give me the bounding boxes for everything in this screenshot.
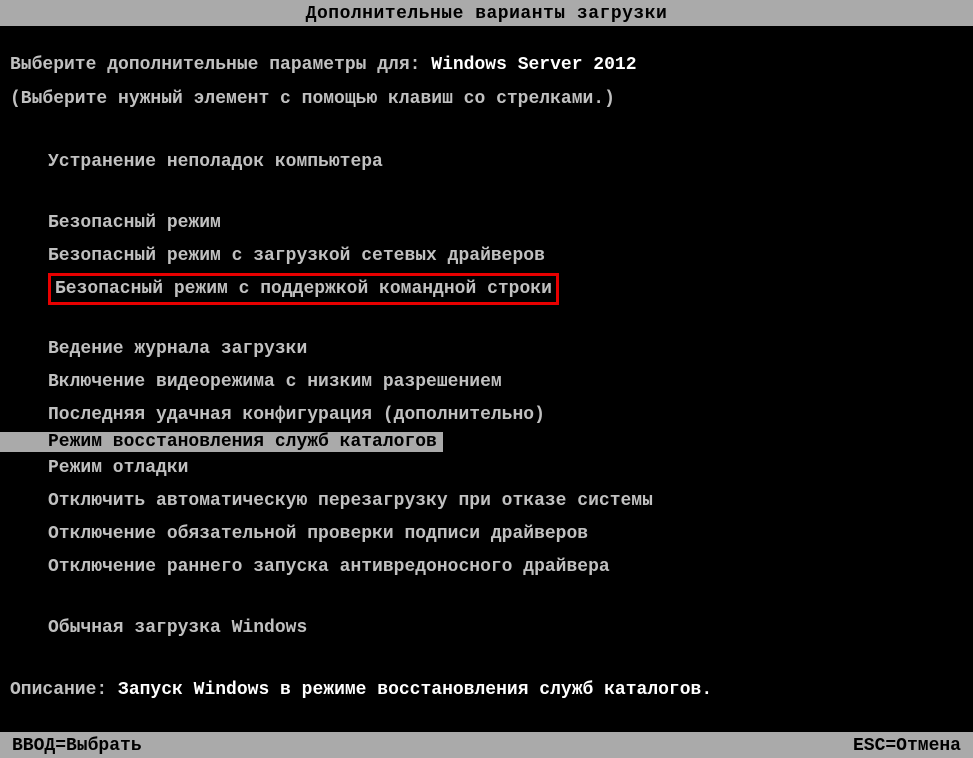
option-disable-auto-restart[interactable]: Отключить автоматическую перезагрузку пр…	[0, 485, 973, 518]
prompt-prefix: Выберите дополнительные параметры для:	[10, 55, 431, 75]
option-safe-mode[interactable]: Безопасный режим	[0, 207, 973, 240]
option-dsrm[interactable]: Режим восстановления служб каталогов	[0, 432, 973, 452]
description-line: Описание: Запуск Windows в режиме восста…	[0, 673, 973, 707]
footer-bar: ВВОД=Выбрать ESC=Отмена	[0, 732, 973, 758]
title-bar: Дополнительные варианты загрузки	[0, 0, 973, 26]
title-text: Дополнительные варианты загрузки	[306, 4, 668, 24]
option-safe-mode-networking[interactable]: Безопасный режим с загрузкой сетевых дра…	[0, 240, 973, 273]
os-name: Windows Server 2012	[431, 55, 636, 75]
option-debug[interactable]: Режим отладки	[0, 452, 973, 485]
enter-hint: ВВОД=Выбрать	[12, 736, 142, 756]
description-text: Запуск Windows в режиме восстановления с…	[118, 680, 712, 700]
option-disable-elam[interactable]: Отключение раннего запуска антивредоносн…	[0, 551, 973, 584]
prompt-line: Выберите дополнительные параметры для: W…	[0, 48, 973, 82]
description-label: Описание:	[10, 680, 118, 700]
esc-hint: ESC=Отмена	[853, 736, 961, 756]
option-safe-mode-cmd[interactable]: Безопасный режим с поддержкой командной …	[0, 273, 973, 305]
selected-option: Режим восстановления служб каталогов	[0, 432, 443, 452]
prompt-hint: (Выберите нужный элемент с помощью клави…	[0, 82, 973, 116]
content-area: Выберите дополнительные параметры для: W…	[0, 26, 973, 707]
boot-options-list: Устранение неполадок компьютера Безопасн…	[0, 146, 973, 645]
option-repair[interactable]: Устранение неполадок компьютера	[0, 146, 973, 179]
option-normal-boot[interactable]: Обычная загрузка Windows	[0, 612, 973, 645]
option-disable-driver-sig[interactable]: Отключение обязательной проверки подписи…	[0, 518, 973, 551]
option-boot-logging[interactable]: Ведение журнала загрузки	[0, 333, 973, 366]
option-low-res-video[interactable]: Включение видеорежима с низким разрешени…	[0, 366, 973, 399]
option-last-known-good[interactable]: Последняя удачная конфигурация (дополнит…	[0, 399, 973, 432]
highlighted-option: Безопасный режим с поддержкой командной …	[48, 273, 559, 305]
